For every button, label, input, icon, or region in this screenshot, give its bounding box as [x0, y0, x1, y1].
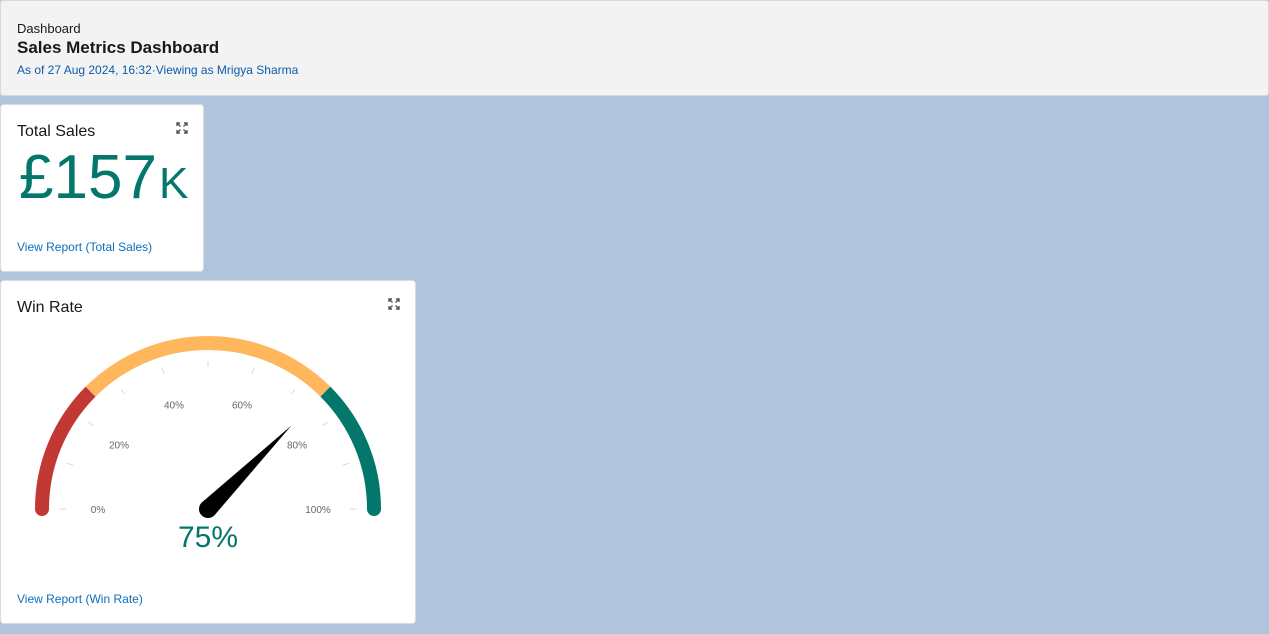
gauge-needle-hub: [199, 500, 217, 518]
gauge-tick-label: 0%: [91, 505, 106, 516]
gauge-segment-1: [85, 336, 331, 397]
view-report-total-sales-link[interactable]: View Report (Total Sales): [17, 240, 152, 254]
gauge-tick: [322, 421, 329, 426]
gauge-tick: [251, 368, 255, 375]
gauge-tick-label: 40%: [164, 400, 184, 411]
dashboard-subtitle: As of 27 Aug 2024, 16:32·Viewing as Mrig…: [17, 63, 299, 77]
gauge-tick-label: 80%: [287, 440, 307, 451]
gauge-tick: [67, 462, 74, 466]
gauge-tick: [120, 388, 125, 395]
gauge-segment-2: [320, 386, 381, 510]
metric-suffix: K: [158, 159, 189, 208]
gauge-cap-end: [367, 502, 381, 516]
gauge-value: 75%: [177, 521, 239, 554]
breadcrumb[interactable]: Dashboard: [17, 21, 81, 36]
card-title: Total Sales: [17, 123, 96, 140]
gauge-tick: [342, 462, 349, 466]
gauge-tick-label: 100%: [305, 505, 331, 516]
win-rate-card: Win Rate 0% 20% 40% 60% 80% 100% 75% View Rep…: [0, 280, 416, 624]
gauge-tick-label: 60%: [232, 400, 252, 411]
gauge-tick-label: 20%: [109, 440, 129, 451]
gauge-segment-0: [35, 386, 96, 510]
gauge-tick: [291, 388, 296, 395]
gauge-cap-start: [35, 502, 49, 516]
total-sales-value: £157K: [19, 147, 188, 209]
expand-icon[interactable]: [175, 121, 189, 135]
dashboard-header: Dashboard Sales Metrics Dashboard As of …: [0, 0, 1269, 96]
gauge-tick: [87, 421, 94, 426]
gauge-tick: [161, 368, 165, 375]
total-sales-card: Total Sales £157K View Report (Total Sal…: [0, 104, 204, 272]
page-title: Sales Metrics Dashboard: [17, 38, 220, 57]
view-report-win-rate-link[interactable]: View Report (Win Rate): [17, 592, 143, 606]
metric-amount: £157: [19, 143, 157, 212]
gauge-needle: [201, 425, 292, 516]
